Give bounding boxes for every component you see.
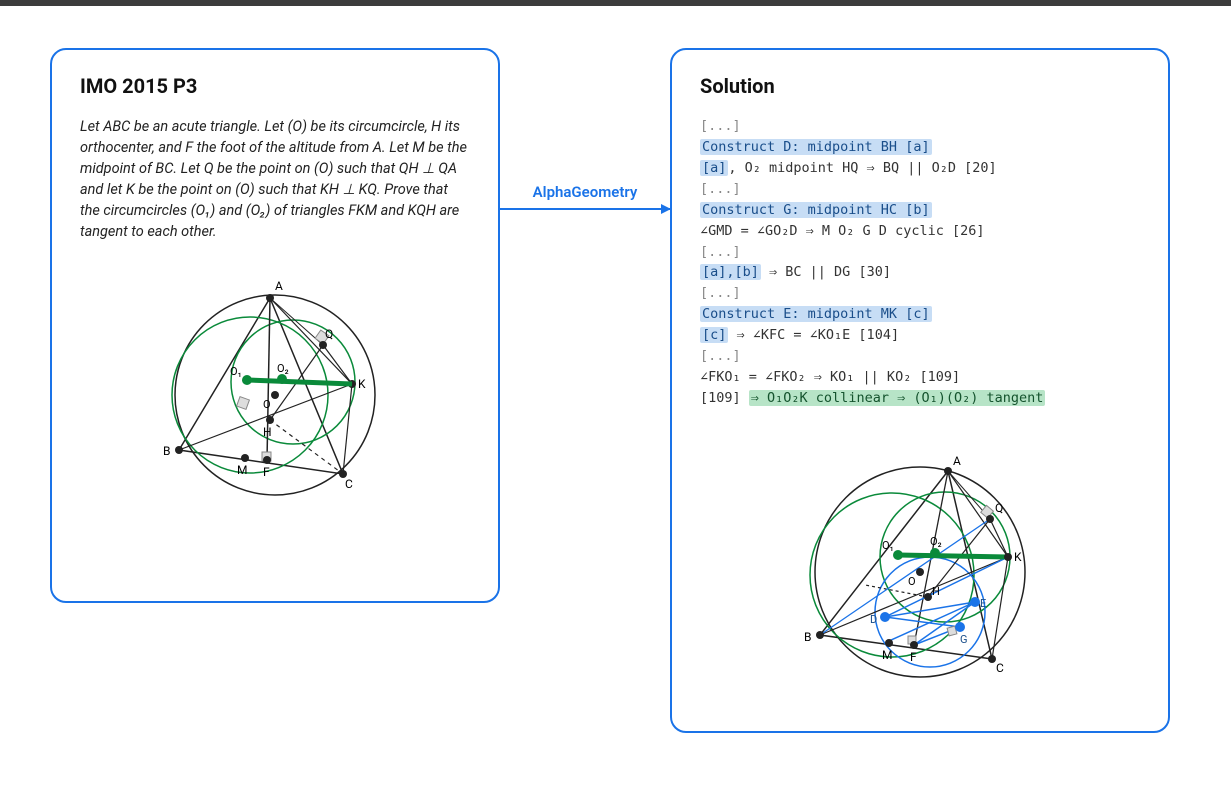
svg-text:O₂: O₂ xyxy=(277,362,289,375)
code-line: [...] xyxy=(700,244,741,260)
code-line: Construct G: midpoint HC [b] xyxy=(700,202,932,218)
code-span: [c] xyxy=(700,327,728,343)
code-line: Construct E: midpoint MK [c] xyxy=(700,306,932,322)
code-line: [...] xyxy=(700,181,741,197)
svg-text:O: O xyxy=(908,575,916,588)
code-line: [...] xyxy=(700,285,741,301)
svg-text:B: B xyxy=(163,444,170,458)
svg-text:G: G xyxy=(960,633,968,646)
problem-title: IMO 2015 P3 xyxy=(80,74,470,98)
svg-text:F: F xyxy=(263,465,270,479)
code-span: , O₂ midpoint HQ ⇒ BQ || O₂D [20] xyxy=(728,160,996,176)
svg-text:Q: Q xyxy=(995,501,1003,515)
code-span: ⇒ ∠KFC = ∠KO₁E [104] xyxy=(728,327,899,343)
arrow-line xyxy=(500,208,670,210)
svg-text:F: F xyxy=(910,650,917,664)
svg-text:K: K xyxy=(1014,550,1022,564)
svg-text:O₁: O₁ xyxy=(230,365,242,378)
code-line: Construct D: midpoint BH [a] xyxy=(700,139,932,155)
svg-text:E: E xyxy=(980,597,986,610)
code-span: [a],[b] xyxy=(700,264,761,280)
svg-text:O₂: O₂ xyxy=(930,535,942,548)
svg-text:C: C xyxy=(996,661,1004,675)
solution-diagram: A B C M F H K Q O₁ O₂ O D E G xyxy=(780,427,1060,707)
svg-text:H: H xyxy=(932,585,940,598)
svg-text:M: M xyxy=(882,648,892,662)
problem-card: IMO 2015 P3 Let ABC be an acute triangle… xyxy=(50,48,500,603)
arrow: AlphaGeometry xyxy=(500,48,670,248)
solution-code: [...] Construct D: midpoint BH [a] [a], … xyxy=(700,116,1140,409)
code-line: ∠GMD = ∠GO₂D ⇒ M O₂ G D cyclic [26] xyxy=(700,223,984,239)
svg-text:M: M xyxy=(237,463,247,477)
svg-text:H: H xyxy=(263,425,272,439)
arrow-label: AlphaGeometry xyxy=(500,183,670,201)
svg-text:C: C xyxy=(345,477,353,491)
code-span: [a] xyxy=(700,160,728,176)
svg-text:B: B xyxy=(804,630,811,644)
problem-statement: Let ABC be an acute triangle. Let (O) be… xyxy=(80,116,470,242)
code-span: ⇒ O₁O₂K collinear ⇒ (O₁)(O₂) tangent xyxy=(749,390,1046,406)
main-row: IMO 2015 P3 Let ABC be an acute triangle… xyxy=(0,6,1231,753)
code-span: [109] xyxy=(700,390,749,406)
solution-title: Solution xyxy=(700,74,1140,98)
svg-text:A: A xyxy=(953,454,961,468)
svg-text:D: D xyxy=(870,613,877,626)
solution-card: Solution [...] Construct D: midpoint BH … xyxy=(670,48,1170,733)
svg-text:Q: Q xyxy=(325,327,333,341)
problem-diagram: A B C M F H K Q O₁ O₂ O xyxy=(145,260,405,520)
svg-text:O: O xyxy=(263,398,271,411)
code-line: [...] xyxy=(700,348,741,364)
code-line: [...] xyxy=(700,118,741,134)
code-line: ∠FKO₁ = ∠FKO₂ ⇒ KO₁ || KO₂ [109] xyxy=(700,369,960,385)
svg-text:K: K xyxy=(358,377,366,391)
svg-text:O₁: O₁ xyxy=(882,539,894,552)
svg-text:A: A xyxy=(275,279,283,293)
code-span: ⇒ BC || DG [30] xyxy=(761,264,891,280)
